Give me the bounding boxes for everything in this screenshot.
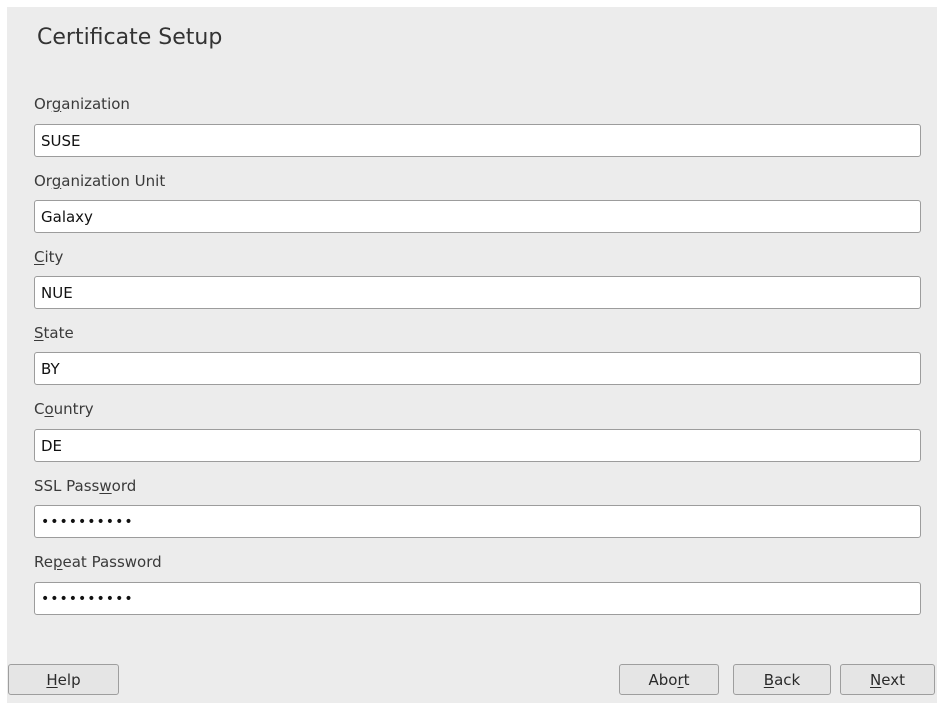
ssl-password-input[interactable]	[34, 505, 921, 538]
back-button[interactable]: Back	[733, 664, 831, 695]
ssl-password-label: SSL Password	[34, 477, 137, 495]
certificate-setup-window: Certificate Setup Organization Organizat…	[7, 7, 937, 703]
organization-input[interactable]	[34, 124, 921, 157]
country-input[interactable]	[34, 429, 921, 462]
help-button[interactable]: Help	[8, 664, 119, 695]
next-button[interactable]: Next	[840, 664, 935, 695]
state-input[interactable]	[34, 352, 921, 385]
repeat-password-input[interactable]	[34, 582, 921, 615]
organization-label: Organization	[34, 95, 130, 113]
abort-button[interactable]: Abort	[619, 664, 719, 695]
organization-unit-input[interactable]	[34, 200, 921, 233]
state-label: State	[34, 324, 74, 342]
city-input[interactable]	[34, 276, 921, 309]
repeat-password-label: Repeat Password	[34, 553, 162, 571]
city-label: City	[34, 248, 64, 266]
page-title: Certificate Setup	[37, 25, 223, 50]
country-label: Country	[34, 400, 94, 418]
organization-unit-label: Organization Unit	[34, 172, 166, 190]
